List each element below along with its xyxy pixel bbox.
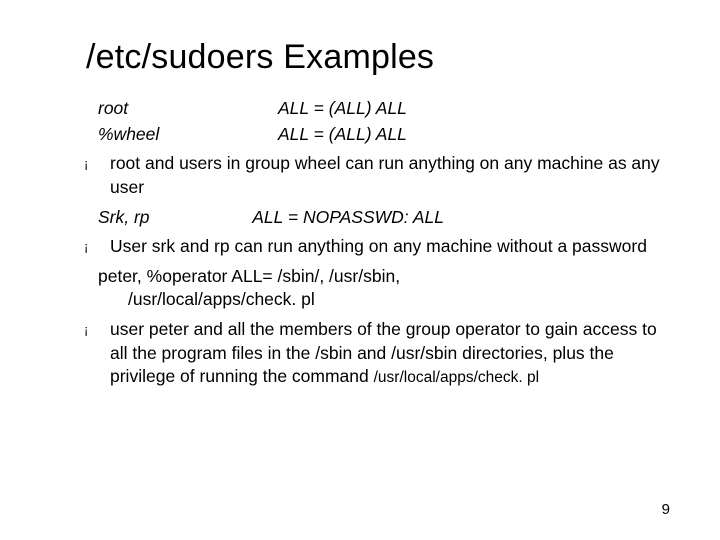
rule-spec: ALL = (ALL) ALL <box>278 123 670 147</box>
bullet-marker-icon: ¡ <box>84 318 110 389</box>
page-number: 9 <box>662 501 670 518</box>
bullet-marker-icon: ¡ <box>84 235 110 259</box>
bullet-text: User srk and rp can run anything on any … <box>110 235 670 259</box>
rule-line-1: peter, %operator ALL= /sbin/, /usr/sbin, <box>98 265 670 289</box>
sudoers-rule-peter: peter, %operator ALL= /sbin/, /usr/sbin,… <box>98 265 670 312</box>
bullet-marker-icon: ¡ <box>84 152 110 199</box>
bullet-text-path: /usr/local/apps/check. pl <box>374 369 539 386</box>
bullet-text: root and users in group wheel can run an… <box>110 152 670 199</box>
sudoers-rule-wheel: %wheel ALL = (ALL) ALL <box>98 123 670 147</box>
rule-spec: ALL = NOPASSWD: ALL <box>252 207 444 227</box>
slide: /etc/sudoers Examples root ALL = (ALL) A… <box>0 0 720 540</box>
bullet-item: ¡ root and users in group wheel can run … <box>84 152 670 199</box>
sudoers-rule-root: root ALL = (ALL) ALL <box>98 97 670 121</box>
rule-spec: ALL = (ALL) ALL <box>278 97 670 121</box>
rule-line-2: /usr/local/apps/check. pl <box>128 288 670 312</box>
slide-title: /etc/sudoers Examples <box>86 38 670 77</box>
rule-who: Srk, rp <box>98 206 248 230</box>
rule-who: %wheel <box>98 123 278 147</box>
bullet-item: ¡ user peter and all the members of the … <box>84 318 670 389</box>
sudoers-rule-srk-rp: Srk, rp ALL = NOPASSWD: ALL <box>98 206 670 230</box>
bullet-item: ¡ User srk and rp can run anything on an… <box>84 235 670 259</box>
bullet-text: user peter and all the members of the gr… <box>110 318 670 389</box>
rule-who: root <box>98 97 278 121</box>
slide-body: root ALL = (ALL) ALL %wheel ALL = (ALL) … <box>80 97 670 389</box>
